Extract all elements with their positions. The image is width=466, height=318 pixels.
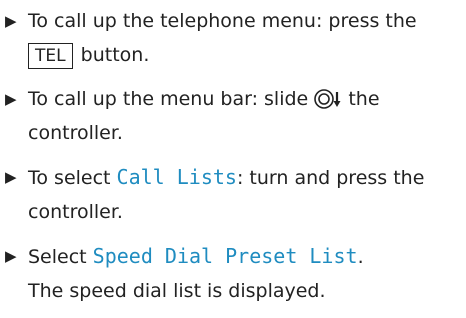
instruction-list: ▶ To call up the telephone menu: press t… bbox=[4, 4, 462, 318]
step-text: . bbox=[357, 246, 364, 268]
controller-slide-down-icon bbox=[314, 89, 341, 109]
step-text: To select bbox=[28, 167, 117, 189]
step-text: Select bbox=[28, 246, 93, 268]
step-call-lists: ▶ To select Call Lists: turn and press t… bbox=[4, 160, 462, 229]
step-speed-dial: ▶ Select Speed Dial Preset List. The spe… bbox=[4, 239, 462, 308]
step-text: To call up the telephone menu: press the bbox=[28, 10, 417, 32]
step-result: The speed dial list is displayed. bbox=[28, 280, 326, 302]
menu-item-speed-dial-preset-list: Speed Dial Preset List bbox=[92, 244, 358, 268]
triangle-bullet-icon: ▶ bbox=[5, 247, 17, 265]
step-menu-bar: ▶ To call up the menu bar: slide the con… bbox=[4, 82, 462, 150]
triangle-bullet-icon: ▶ bbox=[5, 12, 17, 30]
triangle-bullet-icon: ▶ bbox=[5, 168, 17, 186]
step-telephone-menu: ▶ To call up the telephone menu: press t… bbox=[4, 4, 462, 72]
step-text: To call up the menu bar: slide bbox=[28, 88, 309, 110]
triangle-bullet-icon: ▶ bbox=[5, 90, 17, 108]
tel-key-icon: TEL bbox=[28, 42, 73, 69]
menu-item-call-lists: Call Lists bbox=[116, 165, 237, 189]
step-text: button. bbox=[74, 44, 150, 66]
